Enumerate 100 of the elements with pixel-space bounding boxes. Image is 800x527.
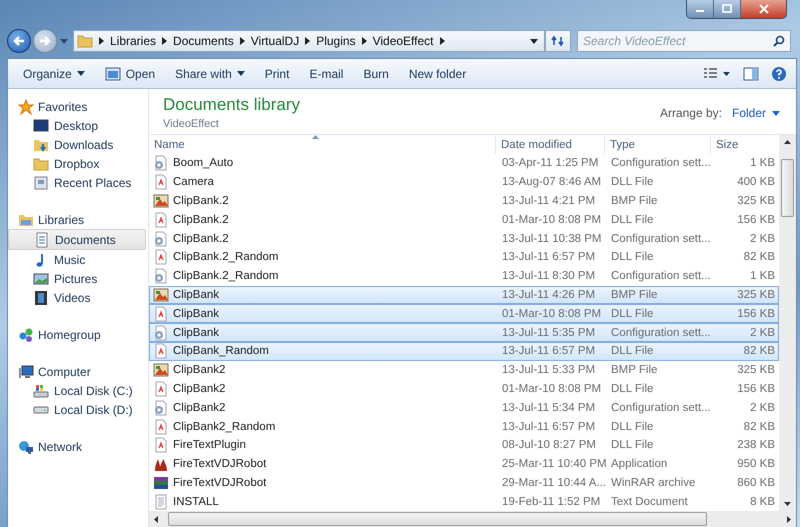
picture-icon: [33, 270, 49, 286]
breadcrumb[interactable]: Libraries: [110, 34, 156, 48]
file-name: ClipBank2: [173, 382, 226, 395]
date-modified: 13-Jul-11 6:57 PM: [502, 251, 596, 264]
file-row[interactable]: ClipBank.2 01-Mar-10 8:08 PM DLL File 156 KB: [149, 210, 779, 230]
file-type: Configuration sett...: [611, 326, 711, 339]
column-header[interactable]: Size: [711, 135, 779, 154]
breadcrumb[interactable]: VirtualDJ: [250, 34, 300, 48]
navigation-item[interactable]: Local Disk (C:): [8, 381, 148, 400]
scroll-down-icon[interactable]: [784, 502, 791, 506]
back-button[interactable]: [7, 29, 31, 53]
navigation-item[interactable]: Music: [8, 250, 148, 269]
file-row[interactable]: ClipBank2 13-Jul-11 5:33 PM BMP File 325 KB: [149, 360, 779, 380]
file-row[interactable]: FireTextPlugin 08-Jul-10 8:27 PM DLL File 238 KB: [149, 436, 779, 455]
toolbar-button[interactable]: New folder: [400, 62, 474, 84]
pane-icon: [743, 66, 759, 80]
caret-icon: [530, 38, 538, 44]
maximize-button[interactable]: [714, 0, 741, 18]
file-row[interactable]: FireTextVDJRobot 29-Mar-11 10:44 A... WinRAR archive 860 KB: [149, 474, 779, 492]
minimize-button[interactable]: [687, 0, 714, 18]
scroll-thumb[interactable]: [168, 512, 707, 526]
toolbar-button[interactable]: Open: [96, 62, 164, 84]
back-arrow-icon: [12, 34, 26, 48]
file-type: DLL File: [611, 439, 654, 452]
date-modified: 13-Jul-11 5:33 PM: [502, 364, 596, 376]
star-icon: [18, 98, 34, 114]
toolbar-button[interactable]: Share with: [167, 62, 253, 84]
scroll-up-icon[interactable]: [784, 140, 791, 144]
file-row[interactable]: ClipBank 13-Jul-11 4:26 PM BMP File 325 KB: [149, 286, 779, 304]
navigation-item[interactable]: Videos: [8, 288, 148, 307]
file-size: 860 KB: [737, 476, 775, 489]
file-row[interactable]: ClipBank.2_Random 13-Jul-11 6:57 PM DLL File 82 KB: [149, 248, 779, 267]
file-size: 400 KB: [737, 176, 775, 188]
breadcrumb[interactable]: Plugins: [316, 34, 356, 48]
toolbar-button[interactable]: Burn: [355, 62, 397, 84]
arrange-dropdown[interactable]: Folder: [732, 106, 780, 120]
toolbar-button[interactable]: Organize: [15, 62, 93, 84]
text-file-icon: [153, 494, 169, 510]
settings-file-icon: [153, 268, 169, 284]
navigation-item[interactable]: Dropbox: [8, 154, 148, 173]
maximize-icon: [722, 4, 732, 14]
file-row[interactable]: ClipBank.2 13-Jul-11 10:38 PM Configuration sett... 2 KB: [149, 229, 779, 248]
navigation-group[interactable]: Network: [8, 437, 148, 456]
toolbar-button[interactable]: E-mail: [301, 62, 352, 84]
file-row[interactable]: ClipBank.2_Random 13-Jul-11 8:30 PM Configuration sett... 1 KB: [149, 266, 779, 286]
navigation-group[interactable]: Computer: [8, 362, 148, 381]
breadcrumb[interactable]: Documents: [173, 34, 234, 48]
file-name: FireTextPlugin: [173, 439, 246, 452]
file-row[interactable]: ClipBank_Random 13-Jul-11 6:57 PM DLL File 82 KB: [149, 342, 779, 361]
file-size: 1 KB: [750, 270, 775, 282]
navigation-item[interactable]: Local Disk (D:): [8, 400, 148, 419]
file-row[interactable]: ClipBank 13-Jul-11 5:35 PM Configuration sett... 2 KB: [149, 323, 779, 342]
file-name: FireTextVDJRobot: [173, 476, 266, 489]
file-row[interactable]: ClipBank2 01-Mar-10 8:08 PM DLL File 156 KB: [149, 380, 779, 398]
scroll-right-icon[interactable]: [787, 516, 791, 522]
settings-file-icon: [153, 230, 169, 247]
navigation-item[interactable]: Pictures: [8, 269, 148, 288]
column-header[interactable]: Date modified: [496, 135, 605, 154]
column-header[interactable]: Type: [605, 135, 711, 154]
navigation-item[interactable]: Documents: [8, 229, 146, 250]
navigation-item[interactable]: Recent Places: [8, 173, 148, 192]
vertical-scrollbar[interactable]: [779, 135, 796, 511]
file-size: 2 KB: [750, 232, 775, 245]
file-size: 2 KB: [750, 326, 775, 339]
file-row[interactable]: Boom_Auto 03-Apr-11 1:25 PM Configuration sett... 1 KB: [149, 154, 779, 173]
file-size: 1 KB: [750, 157, 775, 170]
date-modified: 03-Apr-11 1:25 PM: [502, 157, 598, 170]
navigation-item[interactable]: Desktop: [8, 116, 148, 135]
address-bar[interactable]: Libraries Documents VirtualDJ Plugins VideoEffect: [73, 30, 545, 52]
file-type: DLL File: [611, 176, 654, 188]
file-row[interactable]: ClipBank2_Random 13-Jul-11 6:57 PM DLL File 82 KB: [149, 417, 779, 436]
help-icon: [771, 66, 787, 82]
chevron-icon: [240, 37, 245, 45]
navigation-group[interactable]: Homegroup: [8, 325, 148, 344]
document-icon: [153, 418, 169, 435]
file-row[interactable]: ClipBank 01-Mar-10 8:08 PM DLL File 156 KB: [149, 304, 779, 324]
file-row[interactable]: FireTextVDJRobot 25-Mar-11 10:40 PM Application 950 KB: [149, 454, 779, 474]
network-icon: [18, 438, 34, 454]
library-title: Documents library: [163, 95, 300, 115]
file-row[interactable]: ClipBank.2 13-Jul-11 4:21 PM BMP File 325 KB: [149, 192, 779, 210]
breadcrumb[interactable]: VideoEffect: [372, 34, 434, 48]
file-row[interactable]: Camera 13-Aug-07 8:46 AM DLL File 400 KB: [149, 172, 779, 192]
toolbar-button[interactable]: Print: [256, 62, 298, 84]
settings-file-icon: [153, 155, 169, 172]
recent-places-icon: [33, 174, 49, 190]
scroll-thumb[interactable]: [781, 158, 794, 216]
file-size: 156 KB: [737, 382, 775, 395]
file-row[interactable]: INSTALL 19-Feb-11 1:52 PM Text Document 8 KB: [149, 492, 779, 512]
scroll-left-icon[interactable]: [154, 516, 158, 522]
chevron-icon: [440, 37, 444, 45]
navigation-item[interactable]: Downloads: [8, 135, 148, 154]
navigation-group[interactable]: Libraries: [8, 210, 148, 229]
close-button[interactable]: [741, 0, 786, 18]
file-type: DLL File: [611, 345, 654, 358]
navigation-group[interactable]: Favorites: [8, 97, 148, 116]
refresh-button[interactable]: [545, 30, 571, 52]
search-field[interactable]: Search VideoEffect: [577, 30, 791, 52]
file-row[interactable]: ClipBank2 13-Jul-11 5:34 PM Configuration sett... 2 KB: [149, 398, 779, 418]
file-type: DLL File: [611, 420, 654, 433]
horizontal-scrollbar[interactable]: [149, 511, 796, 527]
